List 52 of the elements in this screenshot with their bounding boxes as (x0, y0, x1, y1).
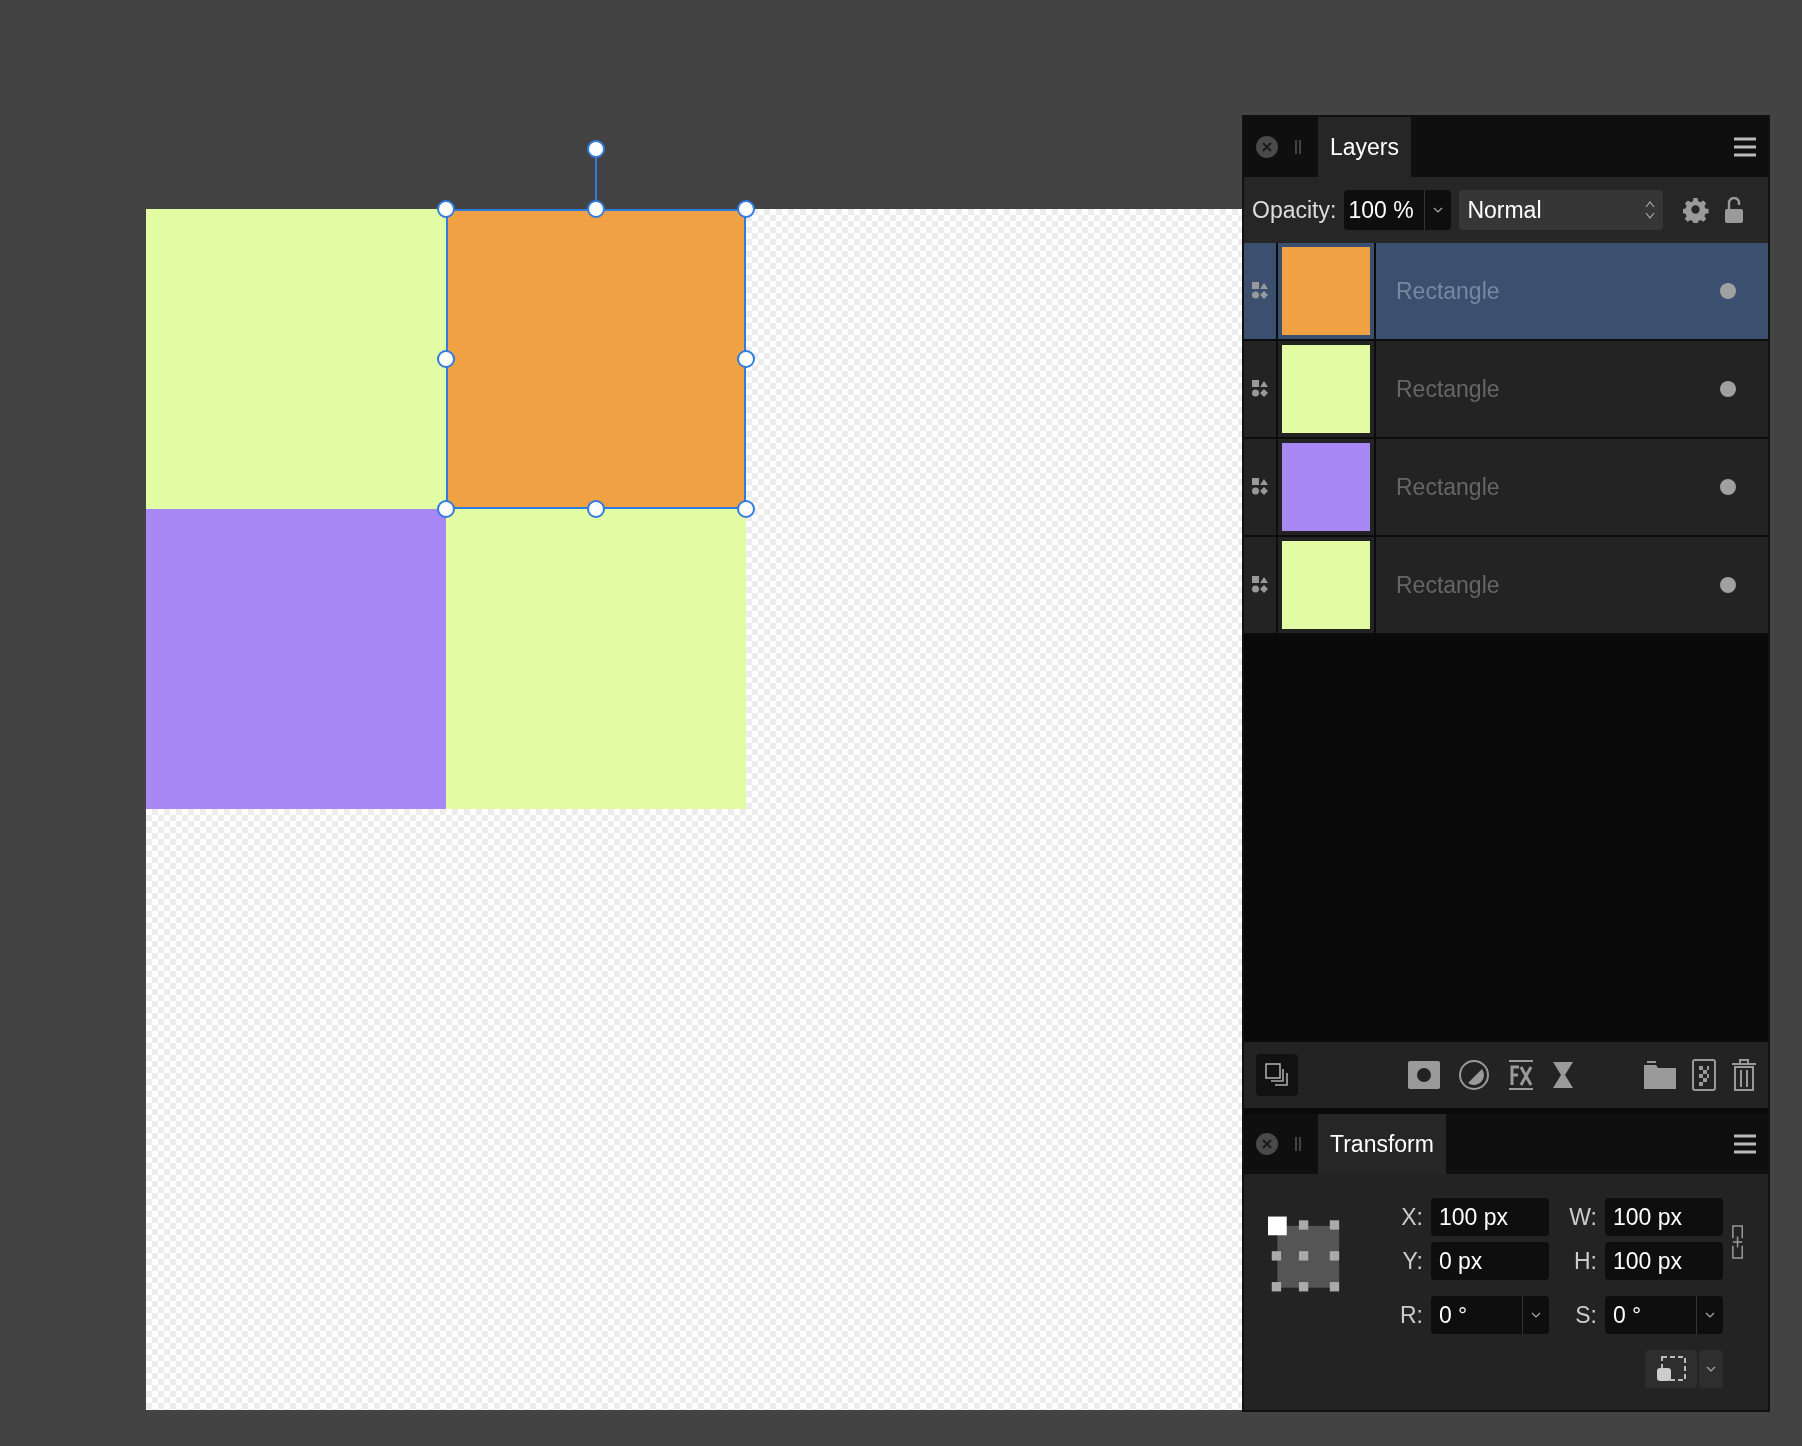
field-label: R: (1398, 1300, 1423, 1330)
selection-handle[interactable] (737, 200, 755, 218)
caret-icon (1433, 207, 1444, 213)
caret-icon (1530, 1312, 1541, 1318)
layer-name: Rectangle (1396, 374, 1500, 404)
blend-mode-dropdown[interactable]: Normal (1459, 190, 1664, 230)
bounding-box-icon (1655, 1356, 1686, 1382)
selection-handle[interactable] (587, 200, 605, 218)
lock-icon[interactable] (1725, 197, 1744, 223)
dropdown-field[interactable]: 0 ° (1604, 1296, 1723, 1334)
stack-icon (1264, 1062, 1290, 1088)
settings-icon[interactable] (1683, 197, 1710, 223)
input-field[interactable]: 100 px (1604, 1242, 1723, 1280)
menu-icon[interactable] (1734, 137, 1756, 157)
folder-icon[interactable] (1644, 1061, 1676, 1089)
field-label: S: (1574, 1300, 1597, 1330)
input-field[interactable]: 100 px (1604, 1198, 1723, 1236)
panel-tab[interactable]: Layers (1318, 117, 1412, 177)
layer-name: Rectangle (1396, 276, 1500, 306)
drag-grip-icon[interactable] (1294, 1136, 1302, 1152)
caret-icon (1704, 1312, 1715, 1318)
layer-name: Rectangle (1396, 570, 1500, 600)
field-label: X: (1400, 1202, 1423, 1232)
caret-icon (1705, 1366, 1716, 1372)
dropdown-field[interactable]: 0 ° (1430, 1296, 1549, 1334)
panel-tab[interactable]: Transform (1318, 1114, 1446, 1174)
input-field[interactable]: 0 px (1430, 1242, 1549, 1280)
adjustment-icon[interactable] (1458, 1059, 1490, 1091)
shapes-icon (1251, 379, 1269, 399)
shapes-icon (1251, 281, 1269, 301)
layer-name: Rectangle (1396, 472, 1500, 502)
shapes-icon (1251, 575, 1269, 595)
opacity-label: Opacity: (1252, 195, 1337, 225)
opacity-field[interactable]: 100 % (1344, 190, 1452, 230)
fx-icon[interactable] (1508, 1059, 1534, 1091)
mask-icon[interactable] (1408, 1061, 1440, 1089)
selection-handle[interactable] (437, 200, 455, 218)
field-label: H: (1572, 1246, 1597, 1276)
checker-page-icon[interactable] (1692, 1059, 1716, 1091)
stepper-icon (1645, 200, 1656, 220)
input-field[interactable]: 100 px (1430, 1198, 1549, 1236)
selection-handle[interactable] (587, 140, 605, 158)
trash-icon[interactable] (1732, 1059, 1756, 1091)
drag-grip-icon[interactable] (1294, 139, 1302, 155)
hourglass-icon[interactable] (1552, 1061, 1574, 1089)
stack-button[interactable] (1256, 1054, 1298, 1096)
link-icon[interactable] (1730, 1222, 1744, 1262)
menu-icon[interactable] (1734, 1134, 1756, 1154)
field-label: W: (1568, 1202, 1597, 1232)
bounding-box-button[interactable] (1644, 1350, 1697, 1388)
field-label: Y: (1401, 1246, 1423, 1276)
shapes-icon (1251, 477, 1269, 497)
